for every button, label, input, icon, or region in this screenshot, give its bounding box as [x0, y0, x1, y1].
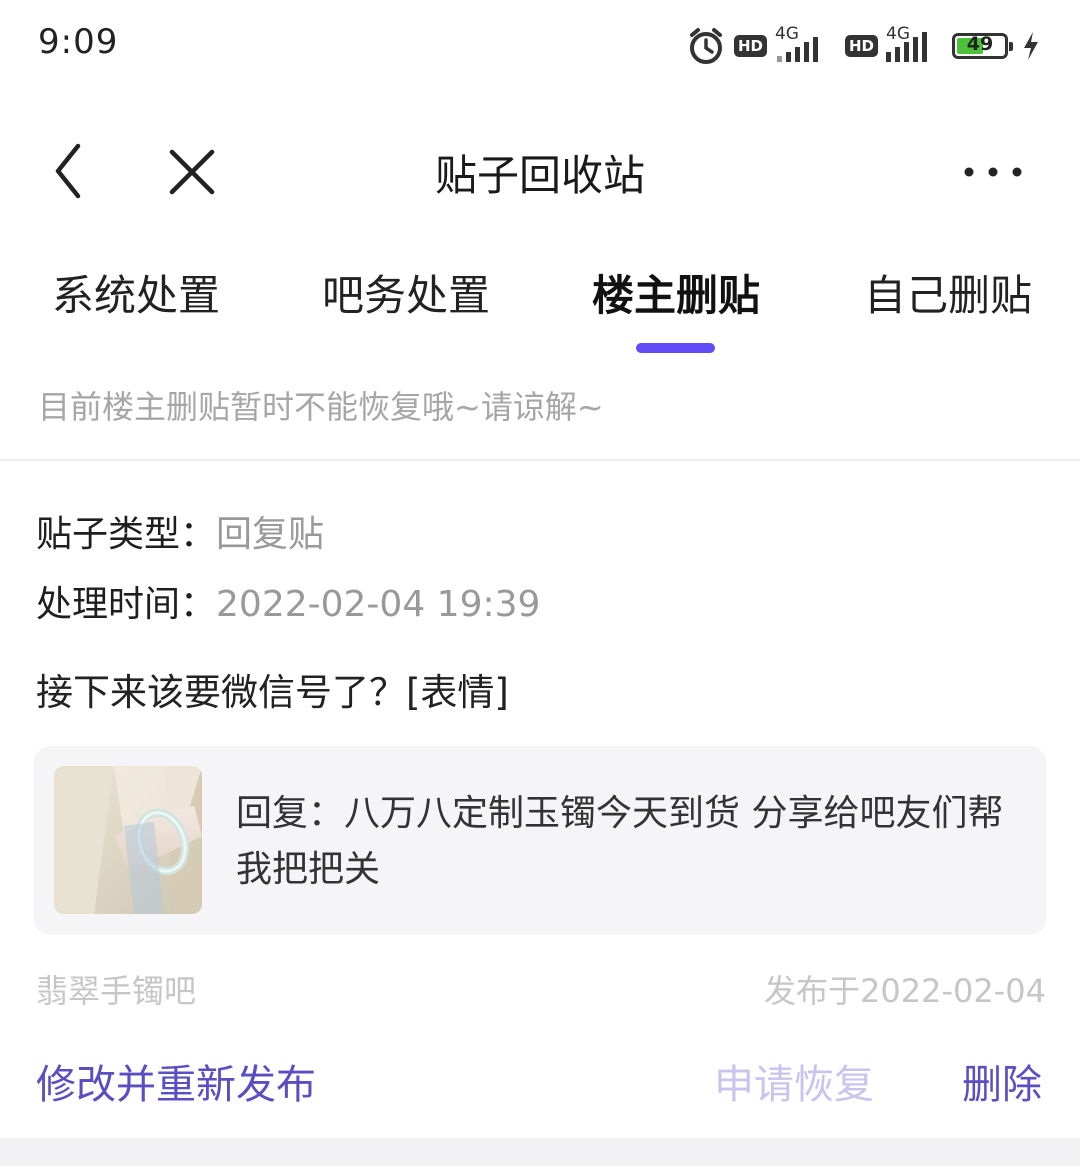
post-type-row: 贴子类型：回复贴 — [36, 505, 324, 557]
quoted-thread-card[interactable]: 回复：八万八定制玉镯今天到货 分享给吧友们帮我把把关 — [34, 746, 1046, 935]
network-type-label: 4G — [774, 24, 799, 44]
bottom-separator — [0, 1138, 1080, 1166]
tab-system-disposal[interactable]: 系统处置 — [52, 262, 220, 323]
status-time: 9:09 — [38, 22, 119, 62]
post-content: 接下来该要微信号了？[表情] — [36, 671, 509, 714]
tab-op-deleted[interactable]: 楼主删贴 — [592, 262, 760, 323]
notice-text: 目前楼主删贴暂时不能恢复哦~请谅解~ — [38, 388, 604, 426]
process-time-row: 处理时间：2022-02-04 19:39 — [36, 575, 540, 627]
network-type-label: 4G — [886, 24, 910, 44]
post-type-value: 回复贴 — [216, 514, 325, 555]
thread-thumbnail — [54, 766, 202, 914]
process-time-label: 处理时间： — [36, 584, 217, 625]
more-dots-icon — [964, 167, 1022, 177]
tab-self-deleted[interactable]: 自己删贴 — [864, 262, 1032, 323]
status-icons: HD 4G HD 4G 49 — [686, 24, 1040, 68]
quoted-thread-title: 回复：八万八定制玉镯今天到货 分享给吧友们帮我把把关 — [236, 793, 1004, 890]
alarm-icon — [689, 28, 722, 64]
active-tab-indicator — [636, 343, 715, 353]
more-button[interactable] — [960, 160, 1026, 184]
edit-republish-button[interactable]: 修改并重新发布 — [36, 1052, 316, 1110]
forum-name[interactable]: 翡翠手镯吧 — [36, 966, 196, 1012]
page-title: 贴子回收站 — [434, 151, 645, 200]
signal-icon: 4G — [886, 24, 938, 62]
signal-icon: 4G — [775, 24, 837, 62]
request-restore-button[interactable]: 申请恢复 — [714, 1052, 874, 1110]
publish-date: 发布于2022-02-04 — [764, 972, 1046, 1010]
post-type-label: 贴子类型： — [36, 514, 217, 555]
hd-badge: HD — [844, 35, 878, 57]
delete-button[interactable]: 删除 — [962, 1052, 1042, 1110]
battery-level: 49 — [966, 33, 994, 55]
battery-icon: 49 — [952, 33, 1013, 59]
charging-bolt-icon — [1024, 32, 1038, 60]
hd-badge: HD — [733, 35, 767, 57]
divider — [0, 459, 1080, 461]
tab-bar-admin-disposal[interactable]: 吧务处置 — [322, 262, 490, 323]
process-time-value: 2022-02-04 19:39 — [216, 584, 541, 625]
